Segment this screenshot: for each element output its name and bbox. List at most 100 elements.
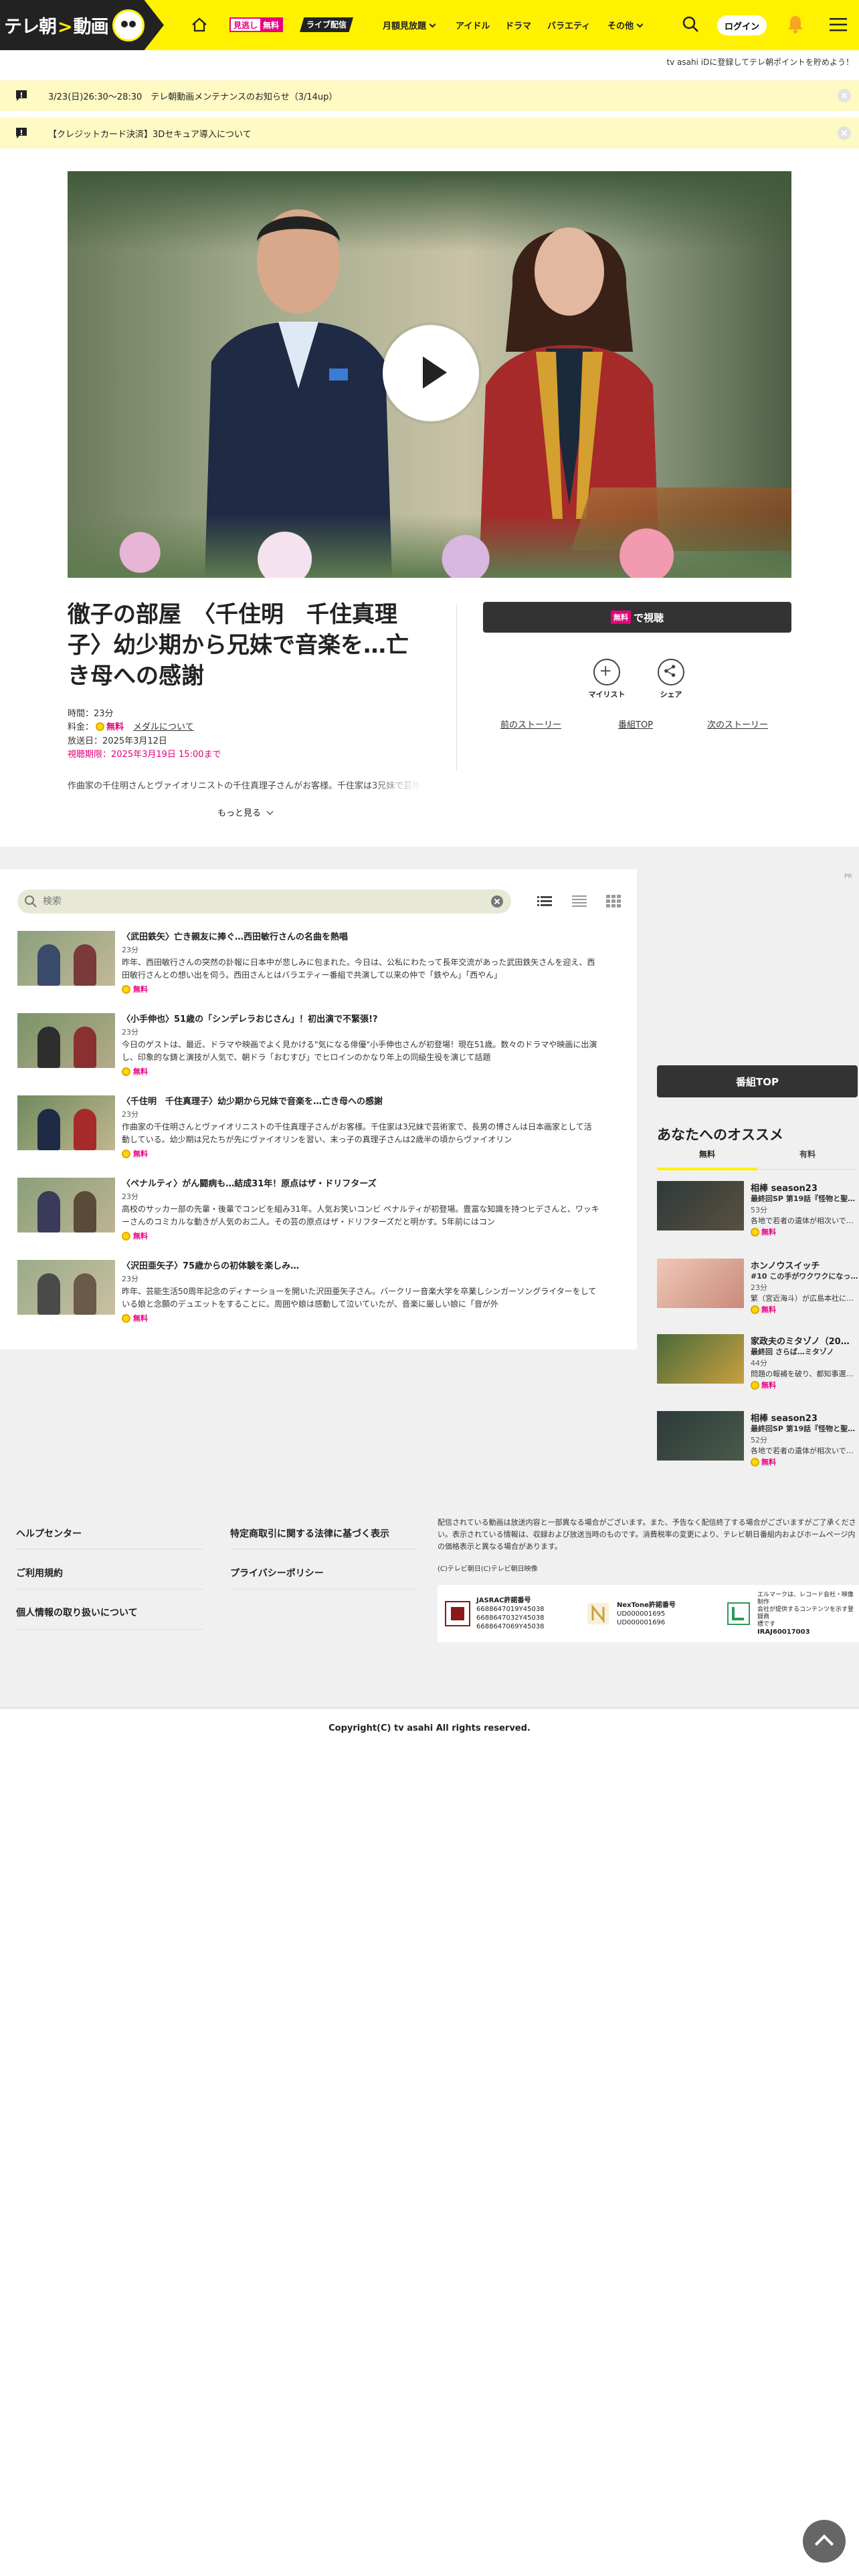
list-item[interactable]: 〈千住明 千住真理子〉幼少期から兄妹で音楽を…亡き母への感謝 23分 作曲家の千…	[17, 1095, 606, 1169]
coin-icon	[96, 722, 105, 731]
coin-icon	[751, 1227, 759, 1237]
recommend-heading: あなたへのオススメ	[657, 1127, 783, 1143]
recommend-thumbnail	[657, 1411, 744, 1461]
episode-item-desc: 昨年、西田敏行さんの突然の訃報に日本中が悲しみに包まれた。今日は、公私にわたって…	[122, 958, 595, 980]
list-item[interactable]: 〈小手伸也〉51歳の「シンデレラおじさん」！初出演で不緊張!? 23分 今日のゲ…	[17, 1013, 606, 1087]
mylist-button[interactable]	[593, 659, 620, 685]
list-item[interactable]: 〈ペナルティ〉がん闘病も…結成31年！原点はザ・ドリフターズ 23分 高校のサッ…	[17, 1178, 606, 1251]
episode-search[interactable]	[17, 889, 511, 914]
recommend-item[interactable]: 相棒 season23 最終回SP 第19話『怪物と聖… 53分 各地で若者の遺…	[657, 1181, 858, 1248]
program-top-button[interactable]: 番組TOP	[657, 1065, 858, 1097]
episode-item-desc: 昨年、芸能生活50周年記念のディナーショーを開いた沢田亜矢子さん。バークリー音楽…	[122, 1287, 597, 1309]
list-item[interactable]: 〈武田鉄矢〉亡き親友に捧ぐ…西田敏行さんの名曲を熱唱 23分 昨年、西田敏行さん…	[17, 931, 606, 1004]
recommend-thumbnail	[657, 1259, 744, 1308]
chevron-down-icon	[429, 21, 436, 28]
lmark-logo-icon	[727, 1602, 750, 1625]
nav-other[interactable]: その他	[607, 19, 644, 31]
recommend-title: 家政夫のミタゾノ（20…	[751, 1337, 850, 1347]
next-story-link[interactable]: 次のストーリー	[707, 718, 768, 730]
chevron-down-icon	[636, 21, 644, 28]
more-button[interactable]: もっと見る	[217, 806, 274, 819]
tab-paid[interactable]: 有料	[757, 1148, 858, 1160]
episode-thumbnail	[17, 1178, 115, 1232]
coin-icon	[751, 1380, 759, 1390]
pr-label: PR	[844, 873, 852, 880]
footer-link-terms[interactable]: ご利用規約	[16, 1566, 63, 1580]
notice-bar[interactable]: 【クレジットカード決済】3Dセキュア導入について	[0, 118, 859, 148]
recommend-title: ホンノウスイッチ	[751, 1261, 820, 1271]
episode-description: 作曲家の千住明さんとヴァイオリニストの千住真理子さんがお客様。千住家は3兄妹で芸…	[68, 778, 422, 791]
episode-thumbnail	[17, 1095, 115, 1150]
menu-icon[interactable]	[830, 17, 847, 32]
free-tag-link[interactable]: 見逃し 無料	[229, 17, 284, 32]
episode-item-duration: 23分	[122, 1275, 138, 1283]
footer-note: 配信されている動画は放送内容と一部異なる場合がございます。また、予告なく配信終了…	[438, 1518, 856, 1551]
footer-divider	[16, 1589, 203, 1590]
login-button[interactable]: ログイン	[717, 15, 767, 35]
nav-monthly[interactable]: 月額見放題	[383, 19, 436, 31]
clear-icon[interactable]	[491, 895, 503, 907]
vertical-divider	[456, 605, 457, 770]
bell-icon[interactable]	[785, 13, 805, 35]
coin-icon	[122, 1231, 130, 1241]
nav-drama[interactable]: ドラマ	[505, 19, 531, 31]
nav-idol[interactable]: アイドル	[456, 19, 490, 31]
footer-link-commerce[interactable]: 特定商取引に関する法律に基づく表示	[230, 1527, 389, 1540]
episode-item-duration: 23分	[122, 1028, 138, 1037]
site-logo[interactable]: テレ朝>動画	[0, 0, 164, 50]
footer-small-copyright: (C)テレビ朝日(C)テレビ朝日映像	[438, 1566, 538, 1573]
play-button[interactable]	[383, 325, 479, 421]
license-lmark: エルマークは、レコード会社・映像制作 会社が提供するコンテンツを示す登録商 標です I…	[719, 1592, 859, 1636]
share-button[interactable]	[658, 659, 684, 685]
episode-thumbnail	[17, 931, 115, 986]
detail-list-icon[interactable]	[572, 893, 587, 908]
program-top-link[interactable]: 番組TOP	[618, 718, 653, 730]
prev-story-link[interactable]: 前のストーリー	[500, 718, 561, 730]
back-to-top-button[interactable]	[803, 2520, 846, 2563]
episode-item-free: 無料	[122, 1313, 148, 1323]
episode-air-date: 放送日：2025年3月12日	[68, 736, 167, 746]
recommend-free: 無料	[751, 1380, 776, 1390]
close-icon[interactable]	[838, 89, 851, 102]
tab-free[interactable]: 無料	[657, 1148, 757, 1160]
home-icon[interactable]	[191, 16, 208, 33]
recommend-duration: 52分	[751, 1436, 767, 1444]
recommend-desc: 繁（宮近海斗）が広島本社に…	[751, 1294, 854, 1303]
chevron-down-icon	[266, 808, 274, 815]
episode-item-title: 〈沢田亜矢子〉75歳からの初体験を楽しみ…	[122, 1261, 300, 1271]
promo-text[interactable]: tv asahi iDに登録してテレ朝ポイントを貯めよう！	[666, 56, 854, 68]
list-view-icon[interactable]	[537, 893, 552, 908]
recommend-subtitle: 最終回 さらば…ミタゾノ	[751, 1348, 834, 1356]
recommend-subtitle: #10 この手がワクワクになっ…	[751, 1272, 858, 1281]
notice-bar[interactable]: 3/23(日)26:30〜28:30 テレ朝動画メンテナンスのお知らせ（3/14…	[0, 80, 859, 111]
medal-link[interactable]: メダルについて	[133, 722, 194, 732]
episode-item-title: 〈小手伸也〉51歳の「シンデレラおじさん」！初出演で不緊張!?	[122, 1014, 378, 1025]
list-item[interactable]: 〈沢田亜矢子〉75歳からの初体験を楽しみ… 23分 昨年、芸能生活50周年記念の…	[17, 1260, 606, 1333]
jasrac-logo-icon	[445, 1601, 470, 1626]
notice-text: 3/23(日)26:30〜28:30 テレ朝動画メンテナンスのお知らせ（3/14…	[48, 92, 338, 102]
episode-item-title: 〈ペナルティ〉がん闘病も…結成31年！原点はザ・ドリフターズ	[122, 1179, 377, 1189]
recommend-title: 相棒 season23	[751, 1414, 818, 1424]
footer-link-personal-info[interactable]: 個人情報の取り扱いについて	[16, 1606, 138, 1619]
coin-icon	[122, 984, 130, 994]
free-tag-label: 見逃し	[233, 21, 258, 30]
episode-item-free: 無料	[122, 1230, 148, 1241]
recommend-item[interactable]: ホンノウスイッチ #10 この手がワクワクになっ… 23分 繁（宮近海斗）が広島…	[657, 1259, 858, 1325]
footer-link-help[interactable]: ヘルプセンター	[16, 1527, 82, 1540]
recommend-duration: 44分	[751, 1359, 767, 1368]
search-icon[interactable]	[681, 15, 700, 33]
video-player[interactable]	[68, 171, 791, 578]
episode-item-title: 〈武田鉄矢〉亡き親友に捧ぐ…西田敏行さんの名曲を熱唱	[122, 932, 349, 942]
nav-variety[interactable]: バラエティ	[547, 19, 590, 31]
recommend-duration: 23分	[751, 1283, 767, 1292]
recommend-item[interactable]: 相棒 season23 最終回SP 第19話『怪物と聖… 52分 各地で若者の遺…	[657, 1411, 858, 1478]
coin-icon	[122, 1149, 130, 1158]
footer-link-privacy[interactable]: プライバシーポリシー	[230, 1566, 324, 1580]
grid-view-icon[interactable]	[606, 893, 621, 908]
search-input[interactable]	[43, 896, 491, 907]
watch-button[interactable]: 無料 で視聴	[483, 602, 791, 633]
tab-underline	[657, 1168, 757, 1170]
recommend-item[interactable]: 家政夫のミタゾノ（20… 最終回 さらば…ミタゾノ 44分 問題の報補を破り、都…	[657, 1334, 858, 1401]
close-icon[interactable]	[838, 126, 851, 140]
live-tag-link[interactable]: ライブ配信	[300, 17, 354, 32]
